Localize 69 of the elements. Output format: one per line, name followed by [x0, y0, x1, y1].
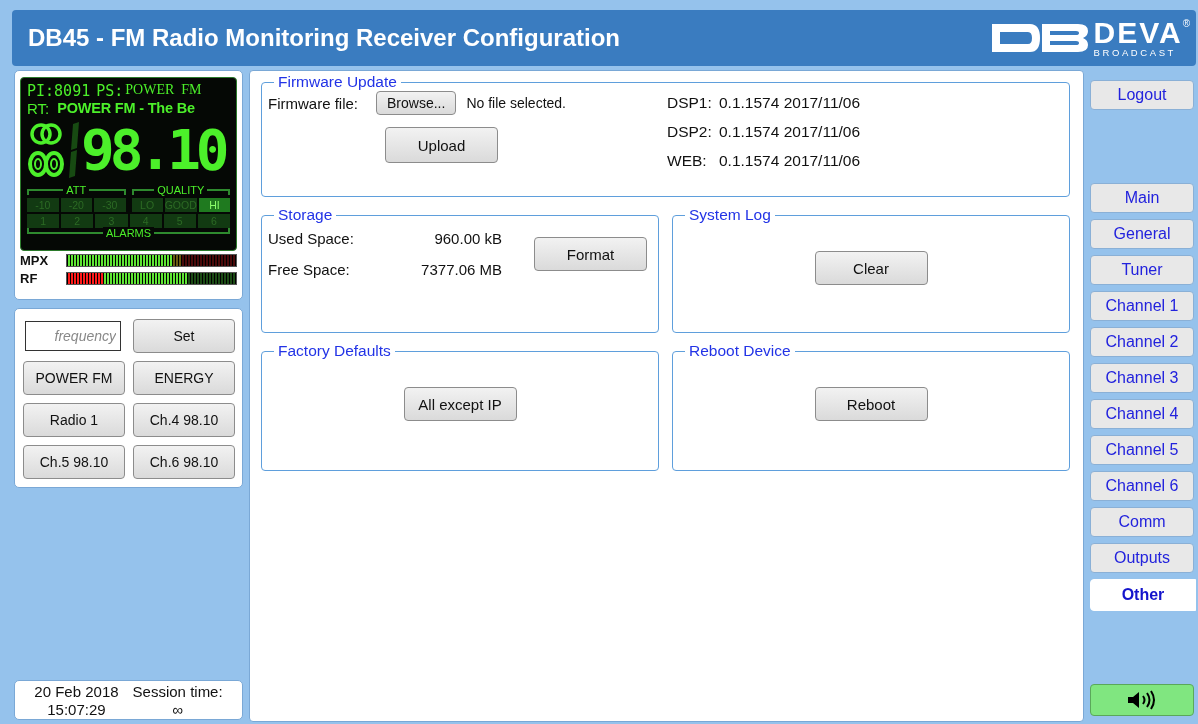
nav-tab[interactable]: Channel 4: [1090, 399, 1194, 429]
preset-button[interactable]: Ch.4 98.10: [133, 403, 235, 437]
meter-label: MPX: [20, 252, 50, 268]
quality-indicator: HI: [198, 198, 230, 212]
nav-tab[interactable]: Channel 2: [1090, 327, 1194, 357]
logout-button[interactable]: Logout: [1090, 80, 1194, 110]
clear-button[interactable]: Clear: [814, 251, 928, 285]
nav-tab[interactable]: Channel 1: [1090, 291, 1194, 321]
version-value: 0.1.1574 2017/11/06: [719, 94, 861, 111]
speaker-icon: [1126, 690, 1158, 710]
preset-button[interactable]: POWER FM: [23, 361, 125, 395]
preset-button[interactable]: Radio 1: [23, 403, 125, 437]
upload-button[interactable]: Upload: [385, 127, 498, 163]
version-value: 0.1.1574 2017/11/06: [719, 152, 861, 169]
frequency-display: 98.10: [81, 120, 225, 180]
storage-value: 960.00 kB: [434, 230, 502, 247]
att-label: ATT: [63, 184, 90, 196]
storage-label: Free Space:: [268, 261, 350, 278]
nav-tab[interactable]: Tuner: [1090, 255, 1194, 285]
sound-button[interactable]: [1090, 684, 1194, 716]
time-text: 15:07:29: [47, 701, 106, 719]
page-title: DB45 - FM Radio Monitoring Receiver Configuration: [28, 24, 621, 52]
registered-mark: ®: [1182, 18, 1190, 29]
session-label: Session time:: [132, 683, 223, 701]
version-label: DSP1:: [667, 94, 713, 112]
meter-label: RF: [20, 270, 39, 286]
format-button[interactable]: Format: [534, 237, 647, 271]
nav-tab[interactable]: Main: [1090, 183, 1194, 213]
ps-name: POWER FM: [125, 82, 202, 99]
preset-button[interactable]: Ch.6 98.10: [133, 445, 235, 479]
quality-label: QUALITY: [154, 184, 208, 196]
frequency-field[interactable]: frequency: [25, 321, 121, 351]
unlit-digit-icon: [67, 120, 81, 180]
alarms-label: ALARMS: [102, 227, 155, 239]
nav-tab[interactable]: Other: [1090, 579, 1196, 611]
storage-label: Used Space:: [268, 230, 354, 247]
group-title: System Log: [688, 206, 772, 224]
logo-tagline: BROADCAST: [1093, 47, 1177, 58]
pi-code: 8091: [54, 82, 91, 100]
group-title: Firmware Update: [277, 73, 398, 91]
pi-label: PI:: [27, 82, 55, 100]
version-value: 0.1.1574 2017/11/06: [719, 123, 861, 140]
group-title: Storage: [277, 206, 334, 224]
preset-button[interactable]: ENERGY: [133, 361, 235, 395]
date-text: 20 Feb 2018: [34, 683, 119, 701]
ps-label: PS:: [96, 82, 124, 100]
nav-tab[interactable]: Channel 6: [1090, 471, 1194, 501]
field-label: Firmware file:: [268, 94, 358, 112]
group-title: Reboot Device: [688, 342, 792, 360]
session-value: ∞: [172, 701, 183, 719]
logo-icon: [989, 21, 1090, 55]
file-status: No file selected.: [466, 95, 566, 111]
storage-value: 7377.06 MB: [421, 261, 502, 278]
preset-button[interactable]: Ch.5 98.10: [23, 445, 125, 479]
version-label: DSP2:: [667, 123, 713, 141]
nav-tab[interactable]: Channel 3: [1090, 363, 1194, 393]
radio-text: POWER FM - The Be: [57, 100, 195, 117]
group-title: Factory Defaults: [277, 342, 392, 360]
reset-button[interactable]: All except IP: [403, 387, 517, 421]
nav-tab[interactable]: General: [1090, 219, 1194, 249]
nav-tab[interactable]: Channel 5: [1090, 435, 1194, 465]
logo-wordmark: DEVA: [1093, 18, 1183, 47]
version-label: WEB:: [667, 152, 708, 170]
nav-tab[interactable]: Comm: [1090, 507, 1194, 537]
nav-tab[interactable]: Outputs: [1090, 543, 1194, 573]
reboot-button[interactable]: Reboot: [814, 387, 928, 421]
set-button[interactable]: Set: [133, 319, 235, 353]
rt-label: RT:: [27, 100, 50, 117]
browse-button[interactable]: Browse...: [376, 91, 457, 115]
